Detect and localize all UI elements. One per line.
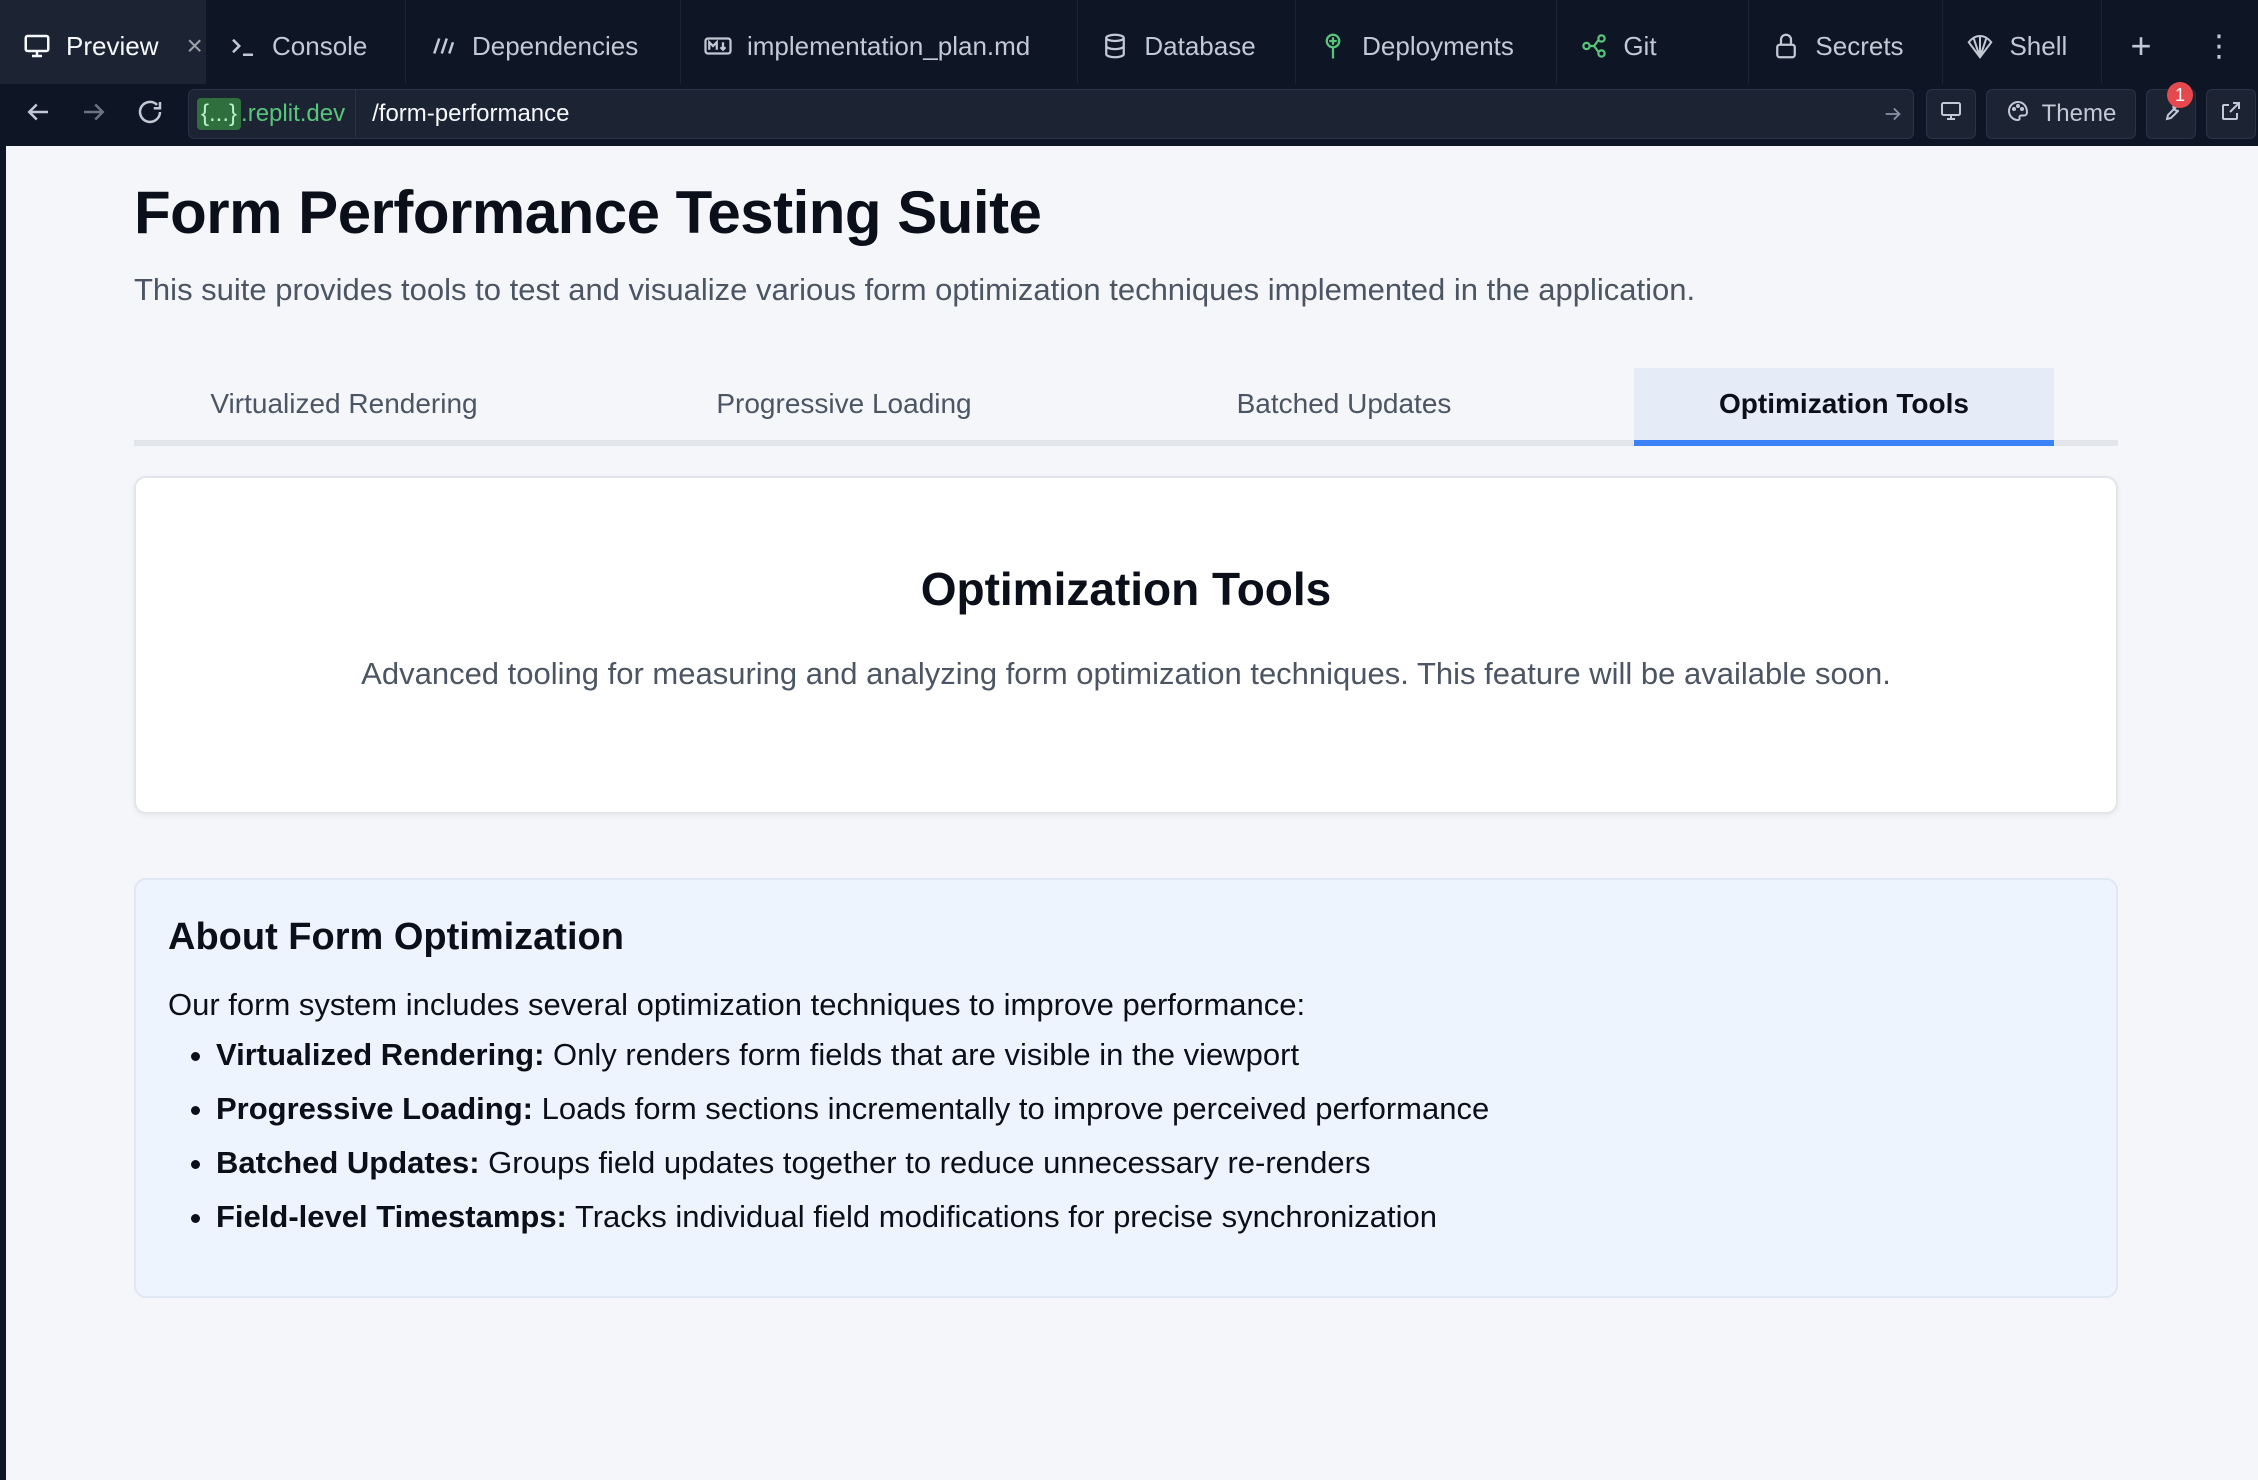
add-tab-button[interactable]: +	[2102, 0, 2180, 92]
tab-virtualized-rendering[interactable]: Virtualized Rendering	[134, 368, 554, 440]
list-item: Virtualized Rendering: Only renders form…	[216, 1037, 2084, 1073]
reload-button[interactable]	[122, 84, 178, 144]
open-new-window-button[interactable]	[2206, 89, 2256, 139]
notification-badge: 1	[2167, 82, 2193, 108]
list-item: Field-level Timestamps: Tracks individua…	[216, 1199, 2084, 1235]
markdown-icon	[703, 31, 733, 61]
tab-label: implementation_plan.md	[746, 30, 1031, 61]
palette-icon	[2006, 99, 2030, 130]
forward-button[interactable]	[66, 84, 122, 144]
monitor-icon	[22, 31, 52, 61]
technique-list: Virtualized Rendering: Only renders form…	[168, 1037, 2084, 1235]
item-term: Virtualized Rendering:	[216, 1037, 545, 1072]
tab-shell[interactable]: Shell	[1943, 0, 2102, 92]
tab-label: Git	[1623, 30, 1657, 61]
card-title: Optimization Tools	[920, 563, 1332, 615]
item-term: Batched Updates:	[216, 1145, 480, 1180]
tab-batched-updates[interactable]: Batched Updates	[1134, 368, 1554, 440]
card-description: Advanced tooling for measuring and analy…	[361, 656, 1891, 691]
list-item: Batched Updates: Groups field updates to…	[216, 1145, 2084, 1181]
url-actions: Theme 1	[1926, 82, 2256, 139]
close-icon[interactable]: ×	[186, 30, 202, 62]
tab-console[interactable]: Console	[206, 0, 406, 92]
desktop-icon	[1939, 99, 1963, 130]
tab-label: Database	[1144, 30, 1256, 61]
item-desc: Loads form sections incrementally to imp…	[532, 1091, 1490, 1126]
about-title: About Form Optimization	[168, 916, 624, 958]
item-desc: Groups field updates together to reduce …	[479, 1145, 1371, 1180]
terminal-icon	[228, 31, 258, 61]
back-button[interactable]	[10, 84, 66, 144]
tab-actions: + ⋮	[2102, 0, 2258, 92]
item-desc: Tracks individual field modifications fo…	[566, 1199, 1438, 1234]
tab-label: Shell	[2009, 30, 2068, 61]
tab-database[interactable]: Database	[1078, 0, 1297, 92]
tab-git[interactable]: Git	[1557, 0, 1750, 92]
url-bar: {...} .replit.dev /form-performance Them…	[0, 82, 2258, 144]
domain-label: {...} .replit.dev	[189, 90, 357, 138]
domain-suffix: .replit.dev	[241, 100, 346, 127]
page-title: Form Performance Testing Suite	[134, 179, 1042, 246]
tab-optimization-tools[interactable]: Optimization Tools	[1634, 368, 2054, 446]
tab-secrets[interactable]: Secrets	[1749, 0, 1944, 92]
tab-dependencies[interactable]: Dependencies	[406, 0, 681, 92]
lock-icon	[1771, 31, 1801, 61]
devtools-button[interactable]: 1	[2146, 82, 2196, 139]
preview-page: Form Performance Testing Suite This suit…	[6, 146, 2258, 1480]
list-item: Progressive Loading: Loads form sections…	[216, 1091, 2084, 1127]
tab-label: Secrets	[1815, 30, 1904, 61]
about-lead: Our form system includes several optimiz…	[168, 987, 1306, 1022]
more-options-button[interactable]: ⋮	[2180, 0, 2258, 92]
tab-deployments[interactable]: Deployments	[1296, 0, 1558, 92]
tab-progressive-loading[interactable]: Progressive Loading	[634, 368, 1054, 440]
item-term: Field-level Timestamps:	[216, 1199, 567, 1234]
feature-tabs: Virtualized Rendering Progressive Loadin…	[134, 368, 2118, 446]
database-icon	[1100, 31, 1130, 61]
go-arrow-icon[interactable]	[1873, 90, 1913, 138]
external-link-icon	[2219, 99, 2243, 130]
tab-label: Dependencies	[471, 30, 639, 61]
address-field[interactable]: {...} .replit.dev /form-performance	[188, 89, 1914, 139]
tab-label: Preview	[66, 30, 159, 61]
tab-label: Console	[272, 30, 368, 61]
tab-label: Deployments	[1362, 30, 1514, 61]
reload-icon	[135, 97, 165, 132]
tab-implementation-plan[interactable]: implementation_plan.md	[681, 0, 1079, 92]
page-subtitle: This suite provides tools to test and vi…	[134, 272, 1696, 307]
theme-button[interactable]: Theme	[1986, 89, 2136, 139]
arrow-right-icon	[79, 97, 109, 132]
item-term: Progressive Loading:	[216, 1091, 533, 1126]
optimization-tools-card: Optimization Tools Advanced tooling for …	[134, 476, 2118, 814]
tab-preview[interactable]: Preview ×	[0, 0, 206, 92]
item-desc: Only renders form fields that are visibl…	[544, 1037, 1300, 1072]
deployments-icon	[1318, 31, 1348, 61]
device-preview-button[interactable]	[1926, 89, 1976, 139]
url-path[interactable]: /form-performance	[356, 100, 1873, 128]
theme-label: Theme	[2041, 100, 2117, 127]
about-section: About Form Optimization Our form system …	[134, 878, 2118, 1298]
arrow-left-icon	[23, 97, 53, 132]
dependencies-icon	[428, 31, 458, 61]
domain-highlight: {...}	[197, 98, 242, 130]
shell-icon	[1965, 31, 1995, 61]
workspace-tabbar: Preview × Console Dependencies implement…	[0, 0, 2258, 93]
git-icon	[1579, 31, 1609, 61]
